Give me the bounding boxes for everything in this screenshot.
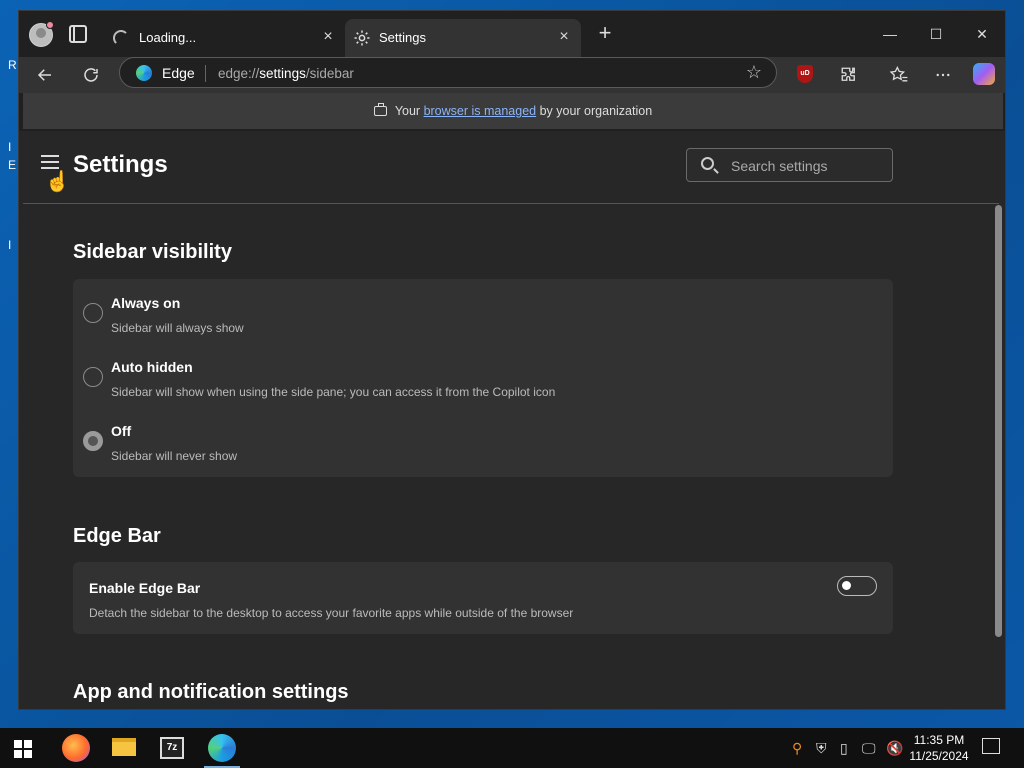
url-scheme: edge:// — [218, 66, 260, 81]
search-input[interactable] — [731, 156, 881, 176]
clock-time: 11:35 PM — [913, 733, 965, 747]
radio-button[interactable] — [83, 367, 103, 387]
option-title: Off — [111, 423, 132, 439]
minimize-button[interactable]: — — [867, 21, 913, 47]
edge-bar-card: Enable Edge Bar Detach the sidebar to th… — [73, 562, 893, 634]
desktop-icon-fragment[interactable]: I — [8, 238, 11, 252]
desktop-icon-fragment[interactable]: R — [8, 58, 17, 72]
puzzle-icon — [841, 67, 855, 81]
favorite-star-icon[interactable]: ☆ — [746, 62, 762, 83]
option-title: Auto hidden — [111, 359, 193, 375]
network-icon[interactable]: 🖵 — [862, 740, 876, 757]
tab-close-button[interactable]: × — [555, 28, 573, 46]
refresh-icon — [84, 68, 98, 82]
volume-muted-icon[interactable]: 🔇 — [886, 740, 903, 757]
banner-suffix: by your organization — [536, 104, 653, 118]
option-title: Always on — [111, 295, 181, 311]
tab-close-button[interactable]: × — [319, 28, 337, 46]
windows-start-icon[interactable] — [14, 740, 32, 758]
banner-prefix: Your — [394, 104, 424, 118]
url-path: /sidebar — [305, 66, 354, 81]
radio-option-off[interactable]: Off Sidebar will never show — [83, 417, 863, 473]
toggle-description: Detach the sidebar to the desktop to acc… — [89, 606, 574, 620]
back-arrow-icon — [37, 69, 51, 81]
firefox-icon[interactable] — [62, 734, 90, 762]
option-description: Sidebar will always show — [111, 321, 244, 335]
favorites-icon — [889, 65, 908, 82]
radio-option-always-on[interactable]: Always on Sidebar will always show — [83, 289, 863, 345]
tab-strip: Loading... × Settings × + — ☐ ✕ — [19, 11, 1005, 57]
gear-icon — [354, 30, 370, 46]
search-icon — [701, 157, 714, 170]
hand-cursor-icon: ☝ — [45, 171, 70, 193]
tab-actions-icon[interactable] — [69, 25, 87, 43]
option-description: Sidebar will never show — [111, 449, 238, 463]
scrollbar-thumb[interactable] — [995, 205, 1002, 637]
copilot-icon[interactable] — [973, 63, 995, 85]
managed-link[interactable]: browser is managed — [424, 104, 537, 118]
more-menu-button[interactable] — [929, 61, 957, 89]
radio-option-auto-hidden[interactable]: Auto hidden Sidebar will show when using… — [83, 353, 863, 409]
extensions-button[interactable] — [835, 61, 863, 89]
search-settings-box[interactable] — [686, 148, 893, 182]
url-text[interactable]: edge://settings/sidebar — [218, 66, 354, 81]
briefcase-icon — [373, 103, 387, 116]
favorites-button[interactable] — [885, 61, 913, 89]
site-name: Edge — [162, 65, 195, 81]
header-divider — [23, 203, 999, 204]
desktop-icon-fragment[interactable]: I — [8, 140, 11, 154]
profile-notification-dot — [46, 21, 54, 29]
url-page: settings — [259, 66, 306, 81]
tab-label: Settings — [379, 30, 426, 45]
refresh-button[interactable] — [77, 61, 105, 89]
shield-icon[interactable]: ⛨ — [816, 740, 827, 757]
address-bar[interactable]: Edge edge://settings/sidebar ☆ — [119, 57, 777, 88]
section-title-sidebar-visibility: Sidebar visibility — [73, 241, 232, 263]
desktop-icon-fragment[interactable]: E — [8, 158, 16, 172]
toggle-title: Enable Edge Bar — [89, 580, 201, 596]
taskbar: 7z ⚲ ⛨ ▯ 🖵 🔇 11:35 PM 11/25/2024 — [0, 728, 1024, 768]
more-dots-icon — [936, 73, 950, 77]
system-clock[interactable]: 11:35 PM 11/25/2024 — [904, 732, 974, 764]
tab-settings[interactable]: Settings × — [345, 19, 581, 57]
file-explorer-icon[interactable] — [112, 738, 136, 756]
back-button[interactable] — [31, 61, 59, 89]
usb-device-icon[interactable]: ▯ — [840, 740, 848, 757]
radio-button-checked[interactable] — [83, 431, 103, 451]
tab-loading[interactable]: Loading... × — [105, 19, 345, 57]
toolbar: Edge edge://settings/sidebar ☆ uD — [19, 57, 1005, 93]
section-title-edge-bar: Edge Bar — [73, 525, 161, 547]
enable-edge-bar-toggle[interactable] — [837, 576, 877, 596]
new-tab-button[interactable]: + — [593, 22, 617, 44]
clock-date: 11/25/2024 — [909, 749, 969, 763]
7zip-icon[interactable]: 7z — [160, 737, 184, 759]
ublock-extension-icon[interactable]: uD — [797, 65, 813, 83]
edge-logo-icon — [136, 65, 152, 81]
settings-page: ☝ Settings Sidebar visibility Always on … — [19, 131, 1005, 709]
tab-label: Loading... — [139, 30, 197, 45]
option-description: Sidebar will show when using the side pa… — [111, 385, 556, 399]
address-separator — [205, 65, 206, 82]
edge-taskbar-icon[interactable] — [208, 734, 236, 762]
browser-window: Loading... × Settings × + — ☐ ✕ Edge edg — [18, 10, 1006, 710]
notification-center-icon[interactable] — [982, 738, 1000, 754]
maximize-button[interactable]: ☐ — [913, 21, 959, 47]
hamburger-menu-icon[interactable] — [41, 155, 59, 169]
sidebar-visibility-card: Always on Sidebar will always show Auto … — [73, 279, 893, 477]
close-window-button[interactable]: ✕ — [959, 21, 1005, 47]
page-title: Settings — [73, 151, 168, 178]
loading-spinner-icon — [113, 30, 129, 46]
managed-banner: Your browser is managed by your organiza… — [23, 93, 1003, 129]
radio-button[interactable] — [83, 303, 103, 323]
section-title-app-notifications: App and notification settings — [73, 681, 349, 703]
search-tray-icon[interactable]: ⚲ — [792, 740, 802, 757]
